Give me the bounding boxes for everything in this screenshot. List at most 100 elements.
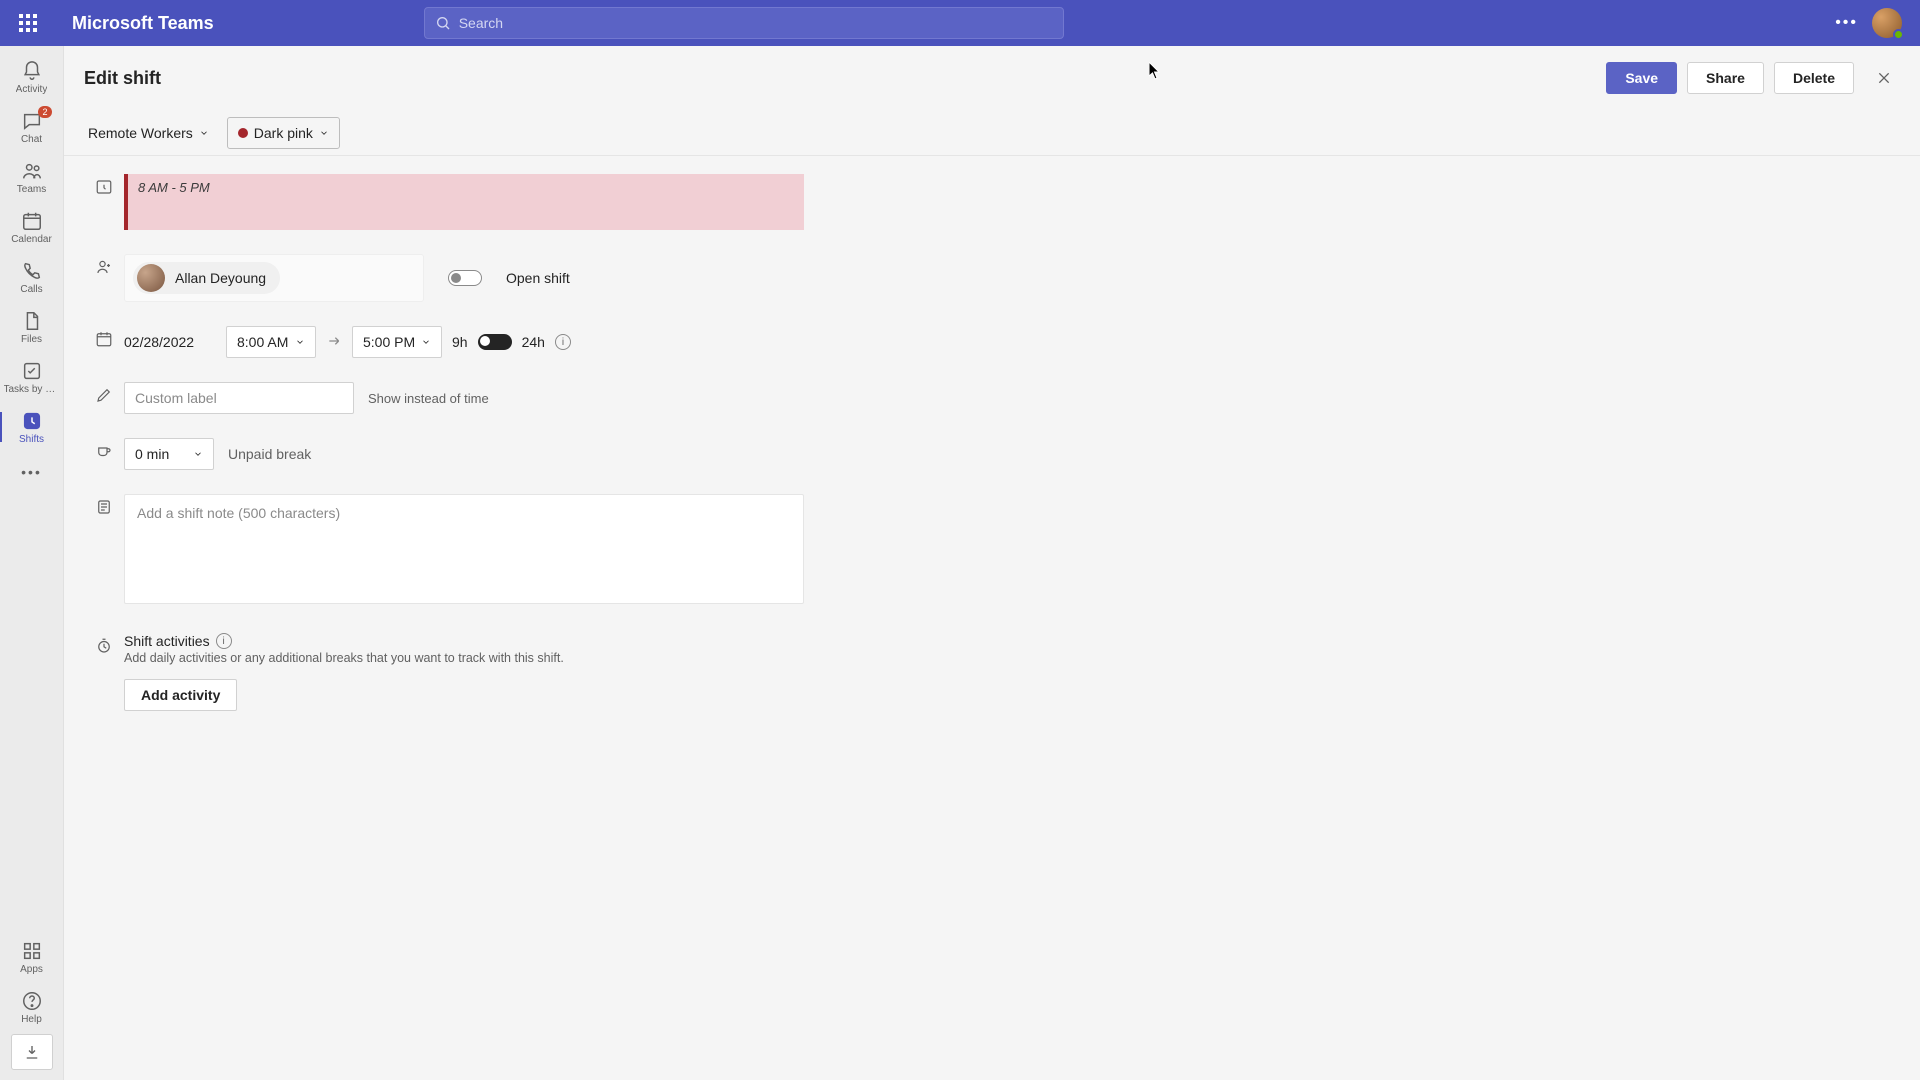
activities-desc: Add daily activities or any additional b… [124, 651, 1900, 665]
app-rail: Activity 2 Chat Teams Calendar Calls Fil… [0, 46, 64, 1080]
24h-toggle[interactable] [478, 334, 512, 350]
rail-shifts[interactable]: Shifts [0, 404, 64, 450]
rail-label: Activity [16, 84, 48, 96]
shift-time-text: 8 AM - 5 PM [138, 180, 210, 195]
page-header: Edit shift Save Share Delete [64, 46, 1920, 110]
rail-label: Files [21, 334, 42, 346]
rail-tasks[interactable]: Tasks by Pl… [0, 354, 64, 400]
app-launcher-icon[interactable] [18, 13, 38, 33]
row-datetime: 02/28/2022 8:00 AM 5:00 PM 9h [84, 326, 1900, 358]
group-label: Remote Workers [88, 125, 193, 141]
rail-label: Apps [20, 964, 43, 976]
chevron-down-icon [193, 449, 203, 459]
shifts-icon [21, 410, 43, 432]
note-icon [84, 494, 124, 516]
break-value: 0 min [135, 446, 169, 462]
group-dropdown[interactable]: Remote Workers [84, 125, 213, 141]
info-icon[interactable]: i [216, 633, 232, 649]
row-break: 0 min Unpaid break [84, 438, 1900, 470]
timer-icon [84, 633, 124, 655]
calendar-clock-icon [84, 326, 124, 348]
rail-label: Help [21, 1014, 42, 1026]
ellipsis-icon: ••• [21, 464, 42, 480]
file-icon [21, 310, 43, 332]
shift-time-preview: 8 AM - 5 PM [124, 174, 804, 230]
apps-icon [21, 940, 43, 962]
search-box[interactable] [424, 7, 1064, 39]
rail-label: Shifts [19, 434, 44, 446]
clock-icon [84, 174, 124, 196]
arrow-right-icon [326, 333, 342, 352]
assignee-chip[interactable]: Allan Deyoung [133, 262, 280, 294]
assignee-field[interactable]: Allan Deyoung [124, 254, 424, 302]
share-button[interactable]: Share [1687, 62, 1764, 94]
brand-title: Microsoft Teams [72, 13, 214, 34]
pencil-icon [84, 382, 124, 404]
info-icon[interactable]: i [555, 334, 571, 350]
color-swatch [238, 128, 248, 138]
person-add-icon [84, 254, 124, 276]
more-options-icon[interactable]: ••• [1835, 14, 1858, 32]
avatar-icon [137, 264, 165, 292]
assignee-name: Allan Deyoung [175, 270, 266, 286]
rail-help[interactable]: Help [0, 984, 64, 1030]
row-note [84, 494, 1900, 609]
chevron-down-icon [319, 128, 329, 138]
delete-button[interactable]: Delete [1774, 62, 1854, 94]
bell-icon [21, 60, 43, 82]
date-input[interactable]: 02/28/2022 [124, 326, 216, 358]
save-button[interactable]: Save [1606, 62, 1677, 94]
duration-text: 9h [452, 334, 468, 350]
label-hint: Show instead of time [368, 391, 489, 406]
break-duration-select[interactable]: 0 min [124, 438, 214, 470]
custom-label-input[interactable] [124, 382, 354, 414]
search-icon [435, 15, 451, 31]
start-time-select[interactable]: 8:00 AM [226, 326, 316, 358]
break-label: Unpaid break [228, 446, 311, 462]
add-activity-button[interactable]: Add activity [124, 679, 237, 711]
rail-more[interactable]: ••• [0, 454, 64, 484]
people-icon [21, 160, 43, 182]
chevron-down-icon [421, 337, 431, 347]
rail-label: Tasks by Pl… [4, 384, 60, 396]
rail-files[interactable]: Files [0, 304, 64, 350]
form: 8 AM - 5 PM Allan Deyoung [64, 156, 1920, 751]
start-value: 8:00 AM [237, 334, 288, 350]
download-button[interactable] [11, 1034, 53, 1070]
row-person: Allan Deyoung Open shift [84, 254, 1900, 302]
rail-label: Teams [17, 184, 46, 196]
search-input[interactable] [459, 15, 1053, 31]
top-bar: Microsoft Teams ••• [0, 0, 1920, 46]
chevron-down-icon [295, 337, 305, 347]
activities-title: Shift activities [124, 633, 210, 649]
calendar-icon [21, 210, 43, 232]
row-timecard: 8 AM - 5 PM [84, 174, 1900, 230]
row-activities: Shift activities i Add daily activities … [84, 633, 1900, 711]
user-avatar[interactable] [1872, 8, 1902, 38]
chat-badge: 2 [38, 106, 51, 118]
presence-badge [1893, 29, 1904, 40]
rail-activity[interactable]: Activity [0, 54, 64, 100]
content: Edit shift Save Share Delete Remote Work… [64, 46, 1920, 1080]
rail-calendar[interactable]: Calendar [0, 204, 64, 250]
rail-label: Chat [21, 134, 42, 146]
rail-teams[interactable]: Teams [0, 154, 64, 200]
rail-chat[interactable]: 2 Chat [0, 104, 64, 150]
rail-label: Calendar [11, 234, 52, 246]
top-right: ••• [1835, 8, 1902, 38]
open-shift-toggle[interactable] [448, 270, 482, 286]
rail-apps[interactable]: Apps [0, 934, 64, 980]
chevron-down-icon [199, 128, 209, 138]
phone-icon [21, 260, 43, 282]
page-title: Edit shift [84, 68, 161, 89]
end-value: 5:00 PM [363, 334, 415, 350]
close-button[interactable] [1868, 62, 1900, 94]
color-dropdown[interactable]: Dark pink [227, 117, 340, 149]
end-time-select[interactable]: 5:00 PM [352, 326, 442, 358]
color-label: Dark pink [254, 125, 313, 141]
rail-label: Calls [20, 284, 42, 296]
row-label: Show instead of time [84, 382, 1900, 414]
download-icon [23, 1043, 41, 1061]
shift-note-input[interactable] [124, 494, 804, 604]
rail-calls[interactable]: Calls [0, 254, 64, 300]
